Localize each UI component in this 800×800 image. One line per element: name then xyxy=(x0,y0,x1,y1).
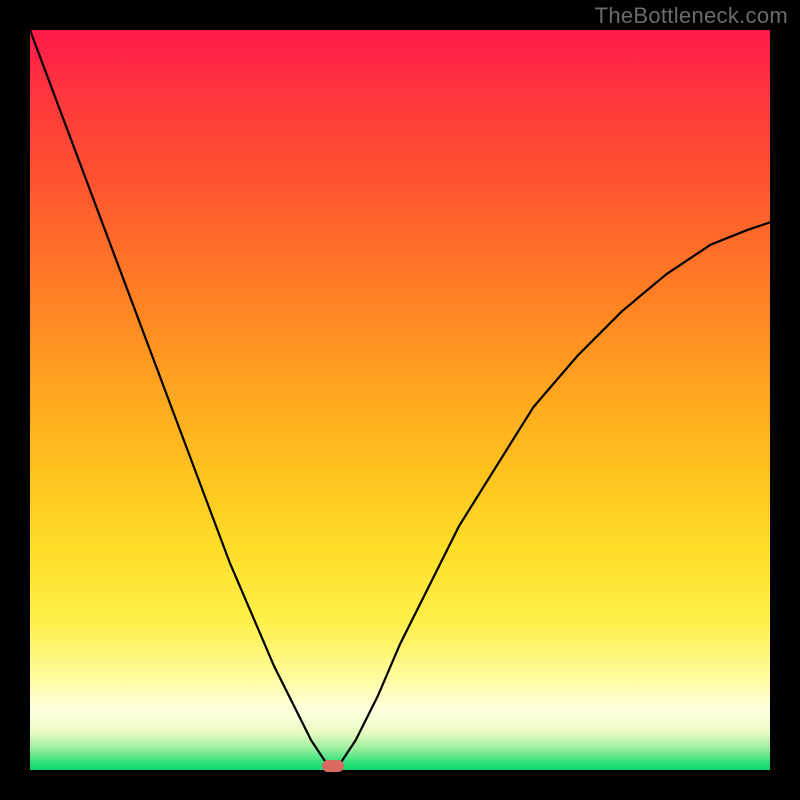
chart-frame: TheBottleneck.com xyxy=(0,0,800,800)
curve-svg xyxy=(30,30,770,770)
bottleneck-curve xyxy=(30,30,770,770)
minimum-marker xyxy=(322,760,344,772)
plot-area xyxy=(30,30,770,770)
watermark-text: TheBottleneck.com xyxy=(595,3,788,29)
